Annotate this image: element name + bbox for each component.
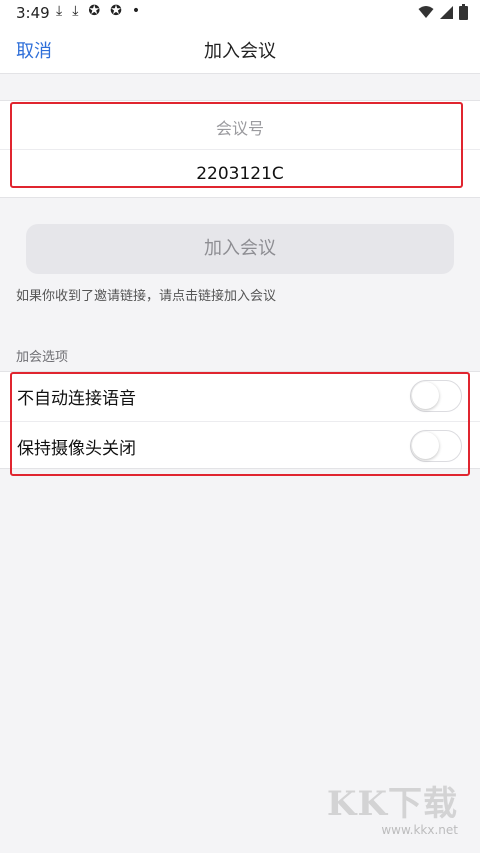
- no-auto-audio-toggle[interactable]: [410, 380, 462, 412]
- notification-icons: ⤓ ⤓ ✪ ✪ •: [56, 3, 140, 19]
- meeting-id-input[interactable]: 2203121C: [0, 164, 480, 184]
- join-options-title: 加会选项: [16, 350, 69, 365]
- wifi-icon: [418, 6, 434, 18]
- download-icon: ⤓: [72, 3, 79, 19]
- dot-icon: •: [131, 3, 141, 19]
- option-label: 保持摄像头关闭: [17, 439, 136, 459]
- keep-camera-off-toggle[interactable]: [410, 430, 462, 462]
- watermark: KK下载 www.kkx.net: [327, 776, 458, 837]
- watermark-url: www.kkx.net: [381, 823, 458, 837]
- signal-icon: [440, 5, 453, 19]
- battery-icon: [459, 4, 468, 20]
- nav-bar: 取消 加入会议: [0, 28, 480, 74]
- option-label: 不自动连接语音: [17, 389, 136, 409]
- watermark-logo: KK下载: [326, 784, 458, 824]
- status-time: 3:49: [16, 4, 50, 22]
- invite-link-hint: 如果你收到了邀请链接，请点击链接加入会议: [16, 289, 277, 304]
- meeting-id-label: 会议号: [215, 119, 264, 138]
- meeting-id-section: 会议号 2203121C: [0, 100, 480, 198]
- divider: [0, 149, 480, 150]
- join-meeting-button[interactable]: 加入会议: [26, 224, 454, 274]
- page-title: 加入会议: [204, 41, 276, 62]
- download-icon: ⤓: [56, 3, 63, 19]
- status-bar: 3:49 ⤓ ⤓ ✪ ✪ •: [0, 0, 480, 28]
- option-keep-camera-off: 保持摄像头关闭: [0, 421, 480, 470]
- join-options-list: 不自动连接语音 保持摄像头关闭: [0, 371, 480, 469]
- toggle-knob: [412, 382, 439, 409]
- app-icon: ✪: [110, 3, 122, 19]
- system-icons: [418, 4, 468, 20]
- app-icon: ✪: [88, 3, 101, 19]
- toggle-knob: [412, 432, 439, 459]
- option-no-auto-audio: 不自动连接语音: [0, 372, 480, 421]
